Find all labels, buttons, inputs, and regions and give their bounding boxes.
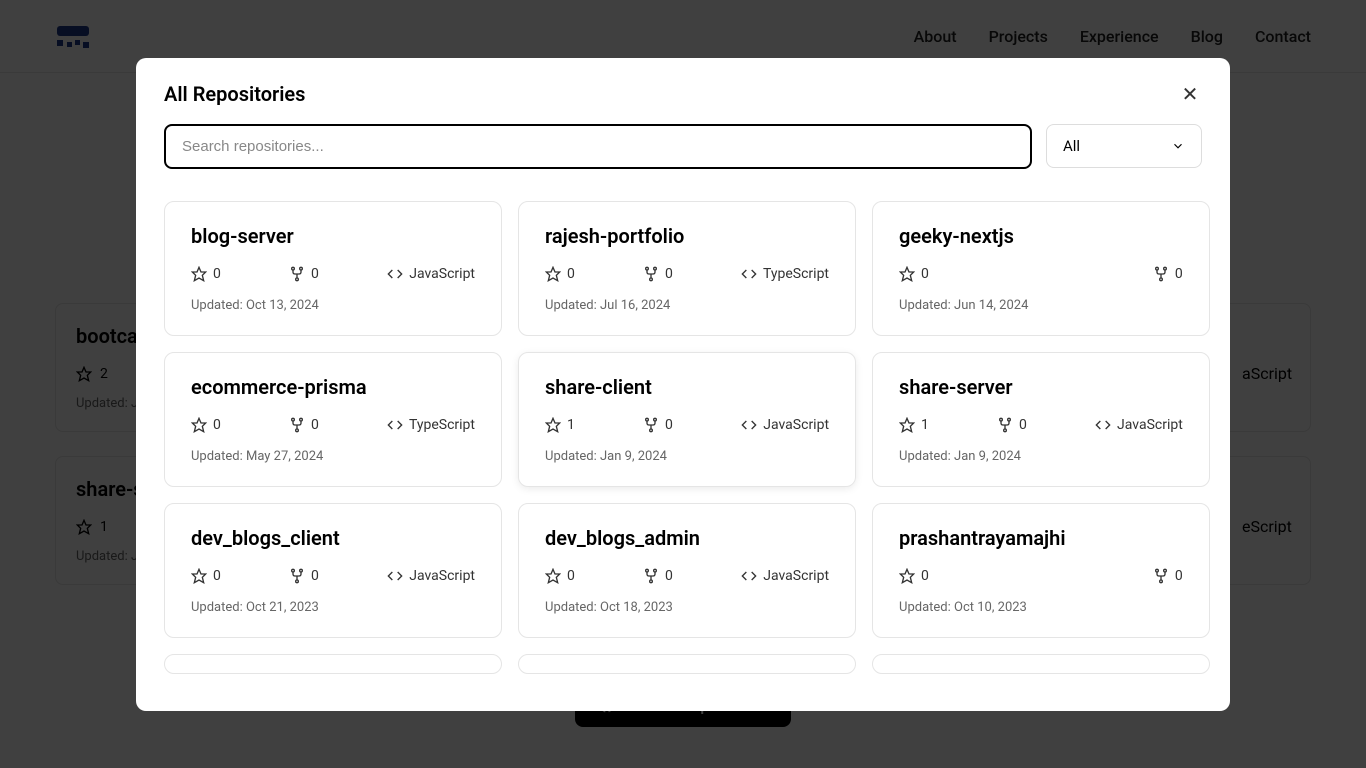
repo-name: dev_blogs_client [191, 526, 475, 550]
repo-card[interactable]: rajesh-portfolio 0 0 TypeScript Updated: Jul… [518, 201, 856, 336]
code-icon [387, 266, 403, 282]
repo-lang: JavaScript [409, 266, 475, 282]
repo-lang: TypeScript [763, 266, 829, 282]
filter-value: All [1063, 137, 1080, 155]
repo-stars: 0 [213, 417, 221, 433]
fork-icon [1153, 266, 1169, 282]
star-icon [545, 417, 561, 433]
close-button[interactable]: ✕ [1178, 82, 1202, 106]
repo-stars: 1 [921, 417, 929, 433]
repo-stars: 0 [213, 568, 221, 584]
repo-stars: 0 [213, 266, 221, 282]
repo-card[interactable]: geeky-nextjs 0 0 Updated: Jun 14, 2024 [872, 201, 1210, 336]
fork-icon [289, 568, 305, 584]
star-icon [899, 417, 915, 433]
repo-card[interactable] [518, 654, 856, 674]
repo-stars: 0 [921, 266, 929, 282]
repo-card[interactable] [872, 654, 1210, 674]
close-icon: ✕ [1182, 82, 1199, 106]
fork-icon [289, 417, 305, 433]
repo-stars: 1 [567, 417, 575, 433]
fork-icon [643, 417, 659, 433]
star-icon [545, 568, 561, 584]
repo-name: prashantrayamajhi [899, 526, 1183, 550]
star-icon [899, 266, 915, 282]
star-icon [191, 266, 207, 282]
repo-card[interactable]: dev_blogs_admin 0 0 JavaScript Updated: Oct … [518, 503, 856, 638]
repo-forks: 0 [1175, 266, 1183, 282]
repositories-modal: All Repositories ✕ All blog-server 0 0 Java… [136, 58, 1230, 711]
repo-name: blog-server [191, 224, 475, 248]
code-icon [741, 266, 757, 282]
repo-card[interactable]: blog-server 0 0 JavaScript Updated: Oct 13, … [164, 201, 502, 336]
star-icon [191, 568, 207, 584]
chevron-down-icon [1171, 139, 1185, 153]
repo-card[interactable]: share-client 1 0 JavaScript Updated: Jan 9, … [518, 352, 856, 487]
repo-name: rajesh-portfolio [545, 224, 829, 248]
code-icon [741, 417, 757, 433]
repo-forks: 0 [665, 417, 673, 433]
modal-title: All Repositories [164, 82, 305, 106]
fork-icon [643, 266, 659, 282]
repo-lang: JavaScript [763, 417, 829, 433]
repo-card[interactable] [164, 654, 502, 674]
repo-card[interactable]: dev_blogs_client 0 0 JavaScript Updated: Oct… [164, 503, 502, 638]
repo-card[interactable]: share-server 1 0 JavaScript Updated: Jan 9, … [872, 352, 1210, 487]
fork-icon [1153, 568, 1169, 584]
repo-lang: JavaScript [1117, 417, 1183, 433]
star-icon [191, 417, 207, 433]
repo-forks: 0 [311, 266, 319, 282]
repo-name: share-client [545, 375, 829, 399]
repo-name: dev_blogs_admin [545, 526, 829, 550]
repo-updated: Updated: Jan 9, 2024 [545, 449, 829, 464]
star-icon [545, 266, 561, 282]
repo-lang: JavaScript [409, 568, 475, 584]
repo-forks: 0 [1019, 417, 1027, 433]
fork-icon [997, 417, 1013, 433]
repo-card[interactable]: prashantrayamajhi 0 0 Updated: Oct 10, 2023 [872, 503, 1210, 638]
repo-name: share-server [899, 375, 1183, 399]
repo-card[interactable]: ecommerce-prisma 0 0 TypeScript Updated: May… [164, 352, 502, 487]
repo-forks: 0 [1175, 568, 1183, 584]
repo-updated: Updated: Oct 18, 2023 [545, 600, 829, 615]
repo-name: geeky-nextjs [899, 224, 1183, 248]
code-icon [387, 568, 403, 584]
repo-updated: Updated: May 27, 2024 [191, 449, 475, 464]
repo-updated: Updated: Oct 10, 2023 [899, 600, 1183, 615]
repo-updated: Updated: Jul 16, 2024 [545, 298, 829, 313]
code-icon [1095, 417, 1111, 433]
repo-name: ecommerce-prisma [191, 375, 475, 399]
repo-updated: Updated: Oct 13, 2024 [191, 298, 475, 313]
code-icon [387, 417, 403, 433]
repo-lang: JavaScript [763, 568, 829, 584]
repo-updated: Updated: Oct 21, 2023 [191, 600, 475, 615]
fork-icon [643, 568, 659, 584]
filter-select[interactable]: All [1046, 124, 1202, 168]
repo-updated: Updated: Jan 9, 2024 [899, 449, 1183, 464]
repo-updated: Updated: Jun 14, 2024 [899, 298, 1183, 313]
repo-forks: 0 [665, 568, 673, 584]
fork-icon [289, 266, 305, 282]
repo-forks: 0 [665, 266, 673, 282]
repo-stars: 0 [567, 568, 575, 584]
code-icon [741, 568, 757, 584]
star-icon [899, 568, 915, 584]
search-input[interactable] [164, 124, 1032, 169]
repo-lang: TypeScript [409, 417, 475, 433]
repo-forks: 0 [311, 568, 319, 584]
repo-stars: 0 [567, 266, 575, 282]
repo-forks: 0 [311, 417, 319, 433]
repo-stars: 0 [921, 568, 929, 584]
